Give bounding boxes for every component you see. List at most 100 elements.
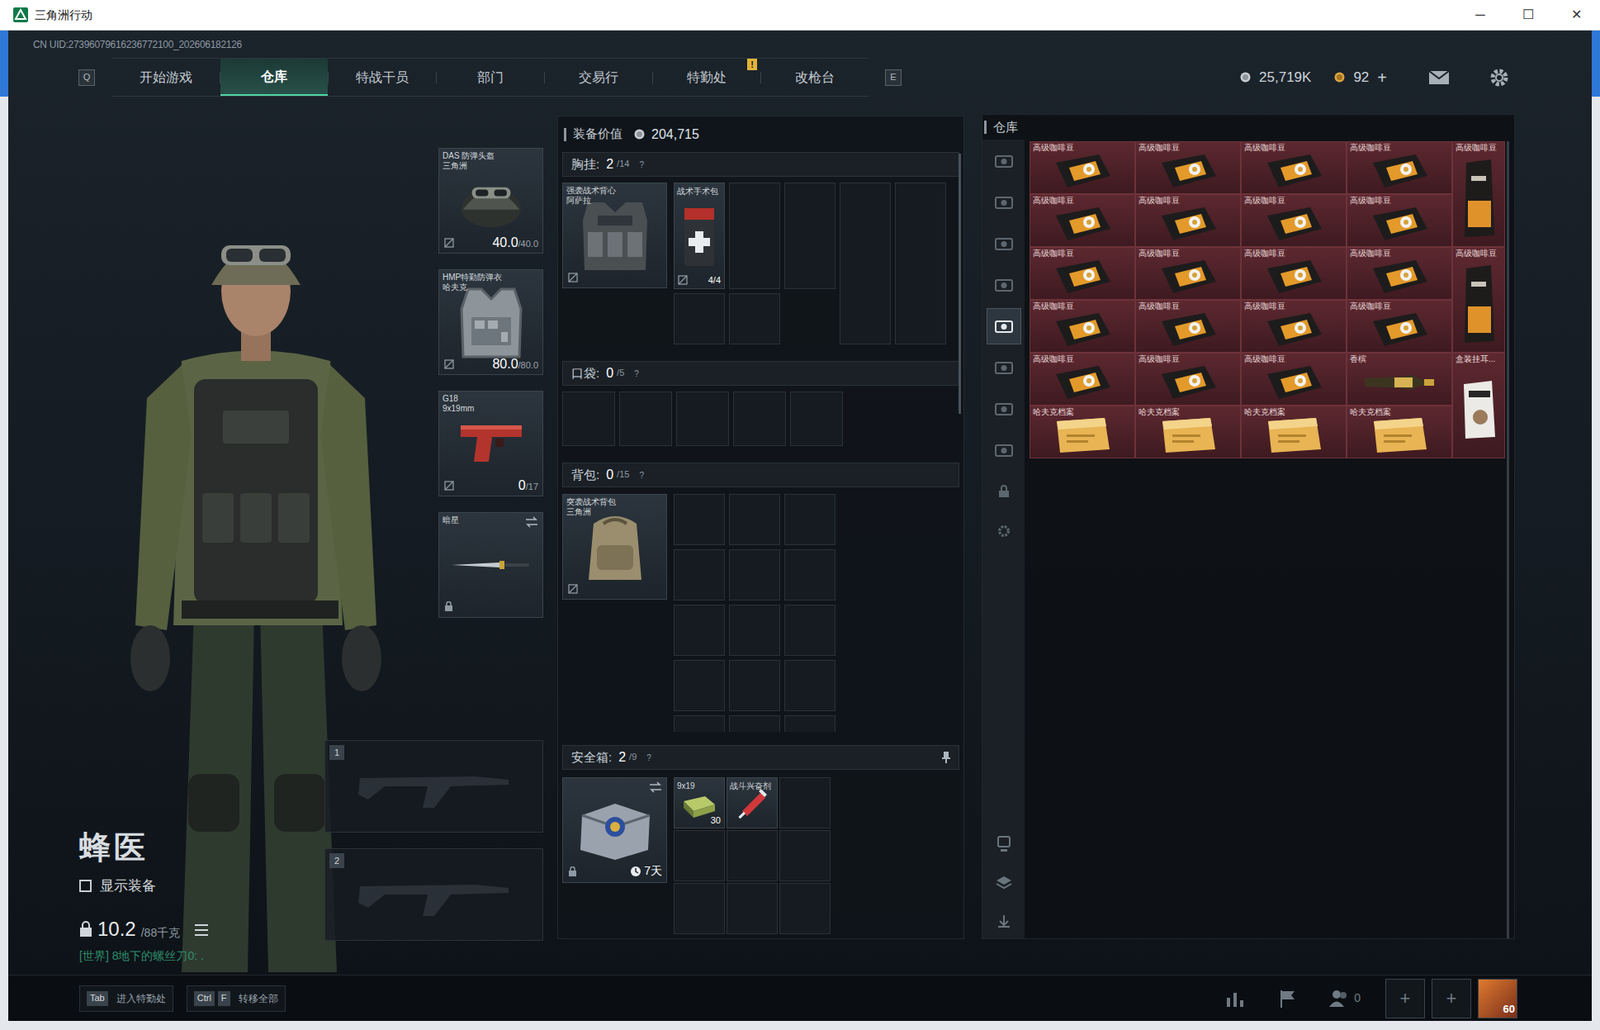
stash-item[interactable]: 盒装挂耳... — [1452, 352, 1506, 459]
flag-icon[interactable] — [1278, 988, 1297, 1009]
empty-slot[interactable] — [728, 293, 781, 345]
weapon-slot[interactable]: 1 — [324, 739, 544, 833]
stash-item[interactable]: 高级咖啡豆 — [1346, 299, 1453, 353]
stash-item[interactable]: 哈夫克档案 — [1240, 405, 1347, 459]
list-icon[interactable] — [194, 923, 209, 936]
empty-slot[interactable] — [839, 182, 891, 345]
gear-slot[interactable]: 暗星 — [438, 511, 544, 618]
stash-item[interactable]: 高级咖啡豆 — [1135, 194, 1241, 247]
nav-tab[interactable]: 仓库 — [220, 58, 328, 96]
stash-item[interactable]: 哈夫克档案 — [1135, 405, 1241, 459]
weapon-slot[interactable]: 2 — [324, 847, 544, 941]
stash-item[interactable]: 高级咖啡豆 — [1029, 141, 1136, 195]
stash-tab[interactable] — [986, 307, 1022, 345]
empty-slot[interactable] — [676, 391, 729, 446]
nav-tab[interactable]: 部门 — [436, 58, 545, 96]
nav-tab[interactable]: 特勤处! — [653, 58, 761, 96]
empty-slot[interactable] — [728, 549, 781, 601]
chest-rig-slot[interactable]: 强袭战术背心阿萨拉 — [562, 182, 668, 289]
empty-slot[interactable] — [728, 182, 781, 289]
stash-item[interactable]: 高级咖啡豆 — [1029, 299, 1136, 353]
empty-slot[interactable] — [726, 882, 778, 934]
stash-tab[interactable] — [986, 349, 1022, 386]
safe-case-slot[interactable]: 7天 — [562, 776, 668, 883]
player-avatar[interactable]: 60 — [1477, 978, 1518, 1018]
stash-item[interactable]: 高级咖啡豆 — [1346, 141, 1453, 195]
stash-tab[interactable] — [986, 184, 1022, 221]
backpack-slot[interactable]: 突袭战术背包三角洲 — [562, 493, 668, 600]
stats-chart-icon[interactable] — [1225, 989, 1245, 1008]
stash-tab[interactable] — [986, 266, 1022, 303]
empty-slot[interactable] — [784, 493, 836, 545]
nav-tab[interactable]: 改枪台 — [761, 58, 869, 96]
storage-icon[interactable] — [996, 835, 1012, 853]
safe-item[interactable]: 9x1930 — [673, 776, 725, 829]
gear-slot[interactable]: HMP特勤防弹衣哈夫克80.0/80.0 — [438, 269, 544, 375]
empty-slot[interactable] — [779, 829, 831, 881]
stash-item[interactable]: 哈夫克档案 — [1346, 405, 1453, 459]
nav-tab[interactable]: 交易行 — [544, 58, 653, 96]
empty-slot[interactable] — [726, 829, 778, 881]
stash-item[interactable]: 高级咖啡豆 — [1240, 352, 1347, 406]
stash-item[interactable]: 高级咖啡豆 — [1346, 246, 1453, 300]
help-icon[interactable]: ? — [634, 367, 640, 380]
help-icon[interactable]: ? — [639, 158, 644, 171]
stash-tab[interactable] — [986, 225, 1022, 262]
empty-slot[interactable] — [673, 829, 725, 881]
empty-slot[interactable] — [673, 882, 725, 934]
stash-item[interactable]: 高级咖啡豆 — [1346, 194, 1453, 247]
stash-item[interactable]: 高级咖啡豆 — [1135, 352, 1241, 406]
stash-item[interactable]: 高级咖啡豆 — [1135, 141, 1241, 195]
empty-slot[interactable] — [733, 391, 786, 446]
empty-slot[interactable] — [784, 714, 836, 732]
window-control-button[interactable]: ✕ — [1552, 0, 1600, 30]
window-control-button[interactable]: ─ — [1456, 0, 1505, 30]
help-icon[interactable]: ? — [646, 751, 652, 764]
empty-slot[interactable] — [728, 493, 781, 545]
empty-slot[interactable] — [673, 549, 725, 601]
window-control-button[interactable]: ☐ — [1504, 0, 1553, 30]
empty-slot[interactable] — [790, 391, 843, 446]
empty-slot[interactable] — [728, 604, 781, 656]
empty-slot[interactable] — [779, 882, 831, 934]
layers-icon[interactable] — [995, 875, 1013, 890]
stash-item[interactable]: 高级咖啡豆 — [1452, 246, 1506, 353]
empty-slot[interactable] — [779, 776, 831, 829]
key-hint[interactable]: Tab进入特勤处 — [79, 984, 174, 1012]
stash-item[interactable]: 高级咖啡豆 — [1029, 352, 1136, 406]
empty-slot[interactable] — [784, 604, 836, 656]
empty-slot[interactable] — [784, 549, 836, 601]
empty-slot[interactable] — [619, 391, 673, 446]
empty-slot[interactable] — [673, 293, 725, 345]
show-gear-toggle[interactable]: 显示装备 — [79, 875, 325, 897]
loadout-scrollbar[interactable] — [958, 153, 961, 414]
empty-slot[interactable] — [784, 659, 836, 711]
friends-icon[interactable] — [1329, 989, 1350, 1008]
stash-item[interactable]: 高级咖啡豆 — [1029, 194, 1136, 247]
help-icon[interactable]: ? — [639, 468, 644, 482]
stash-tab[interactable] — [986, 142, 1022, 180]
team-slot-button[interactable]: + — [1431, 978, 1472, 1018]
stash-item[interactable]: 高级咖啡豆 — [1240, 299, 1347, 353]
empty-slot[interactable] — [728, 659, 781, 711]
empty-slot[interactable] — [784, 182, 836, 289]
stash-item[interactable]: 香槟 — [1346, 352, 1453, 406]
stash-item[interactable]: 哈夫克档案 — [1029, 405, 1136, 459]
key-hint[interactable]: CtrlF转移全部 — [186, 984, 286, 1012]
settings-gear-icon[interactable] — [997, 524, 1011, 538]
chest-item[interactable]: 战术手术包4/4 — [673, 182, 725, 289]
empty-slot[interactable] — [673, 604, 725, 656]
gear-slot[interactable]: DAS 防弹头盔三角洲40.0/40.0 — [438, 147, 544, 254]
team-slot-button[interactable]: + — [1385, 978, 1425, 1018]
empty-slot[interactable] — [673, 714, 725, 732]
nav-tab[interactable]: 开始游戏 — [112, 58, 220, 96]
stash-item[interactable]: 高级咖啡豆 — [1240, 141, 1347, 195]
safe-item[interactable]: 战斗兴奋剂 — [726, 776, 778, 829]
show-gear-checkbox[interactable] — [79, 879, 92, 892]
stash-tab[interactable] — [986, 431, 1022, 469]
mail-icon[interactable] — [1428, 70, 1450, 86]
nav-right-key[interactable]: E — [885, 69, 902, 86]
add-bond-button[interactable]: + — [1377, 69, 1387, 86]
gear-slot[interactable]: G189x19mm0/17 — [438, 390, 544, 497]
stash-item[interactable]: 高级咖啡豆 — [1135, 246, 1241, 300]
